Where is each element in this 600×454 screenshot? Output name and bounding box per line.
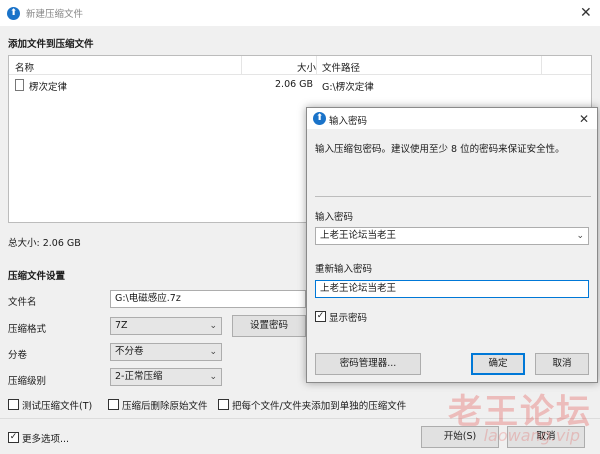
format-select[interactable]: 7Z ⌄: [110, 317, 222, 335]
chevron-down-icon: ⌄: [209, 372, 217, 382]
password-hint: 输入压缩包密码。建议使用至少 8 位的密码来保证安全性。: [315, 144, 565, 155]
test-archive-checkbox[interactable]: [8, 399, 19, 410]
chevron-down-icon: ⌄: [209, 321, 217, 331]
add-files-section-title: 添加文件到压缩文件: [8, 39, 94, 50]
divider: [315, 196, 591, 197]
column-header-path[interactable]: 文件路径: [322, 60, 360, 74]
separate-archives-checkbox[interactable]: [218, 399, 229, 410]
enter-password-label: 输入密码: [315, 212, 354, 223]
filename-label: 文件名: [8, 297, 37, 308]
file-size: 2.06 GB: [275, 79, 314, 90]
dialog-title: 输入密码: [329, 116, 368, 127]
delete-original-label[interactable]: 压缩后删除原始文件: [122, 398, 208, 412]
show-password-checkbox[interactable]: ✓: [315, 311, 326, 322]
split-label: 分卷: [8, 350, 28, 361]
file-name: 楞次定律: [29, 82, 68, 93]
split-value: 不分卷: [115, 346, 144, 357]
format-label: 压缩格式: [8, 324, 47, 335]
password-dialog: ⬆ 输入密码 ✕ 输入压缩包密码。建议使用至少 8 位的密码来保证安全性。 输入…: [306, 107, 598, 383]
split-select[interactable]: 不分卷 ⌄: [110, 343, 222, 361]
title-bar: ⬆ 新建压缩文件 ✕: [0, 0, 600, 26]
close-icon[interactable]: ✕: [579, 112, 589, 126]
enter-password-value: 上老王论坛当老王: [320, 230, 397, 241]
ok-button[interactable]: 确定: [471, 353, 525, 375]
watermark-url: laowang.vip: [483, 426, 580, 445]
level-label: 压缩级别: [8, 376, 47, 387]
password-manager-button[interactable]: 密码管理器...: [315, 353, 421, 375]
test-archive-label[interactable]: 测试压缩文件(T): [22, 398, 92, 412]
more-options-checkbox[interactable]: ✓: [8, 432, 19, 443]
close-icon[interactable]: ✕: [580, 6, 592, 20]
app-logo-icon: ⬆: [313, 112, 326, 125]
column-header-name[interactable]: 名称: [15, 60, 34, 74]
column-header-size[interactable]: 大小: [297, 60, 316, 74]
dialog-cancel-button[interactable]: 取消: [535, 353, 589, 375]
column-separator[interactable]: [541, 56, 542, 75]
total-size: 总大小: 2.06 GB: [8, 238, 81, 249]
dialog-title-bar: ⬆ 输入密码 ✕: [307, 108, 597, 129]
filename-field[interactable]: G:\电磁感应.7z: [110, 290, 306, 308]
file-icon: [15, 79, 24, 91]
settings-section-title: 压缩文件设置: [8, 271, 66, 282]
chevron-down-icon[interactable]: ⌄: [576, 228, 584, 244]
file-list-header: 名称 大小 文件路径: [9, 56, 591, 75]
enter-password-field[interactable]: 上老王论坛当老王 ⌄: [315, 227, 589, 245]
chevron-down-icon: ⌄: [209, 347, 217, 357]
show-password-label[interactable]: 显示密码: [329, 310, 367, 324]
reenter-password-field[interactable]: 上老王论坛当老王: [315, 280, 589, 298]
app-logo-icon: ⬆: [7, 7, 20, 20]
format-value: 7Z: [115, 320, 128, 331]
level-value: 2-正常压缩: [115, 371, 163, 382]
reenter-password-label: 重新输入密码: [315, 264, 373, 275]
separate-archives-label[interactable]: 把每个文件/文件夹添加到单独的压缩文件: [232, 398, 406, 412]
column-separator[interactable]: [241, 56, 242, 75]
column-separator[interactable]: [316, 56, 317, 75]
window-title: 新建压缩文件: [26, 9, 84, 20]
more-options-label[interactable]: 更多选项...: [22, 431, 69, 445]
file-path: G:\楞次定律: [322, 82, 374, 93]
delete-original-checkbox[interactable]: [108, 399, 119, 410]
level-select[interactable]: 2-正常压缩 ⌄: [110, 368, 222, 386]
table-row[interactable]: 楞次定律 2.06 GB G:\楞次定律: [9, 76, 591, 94]
set-password-button[interactable]: 设置密码: [232, 315, 306, 337]
